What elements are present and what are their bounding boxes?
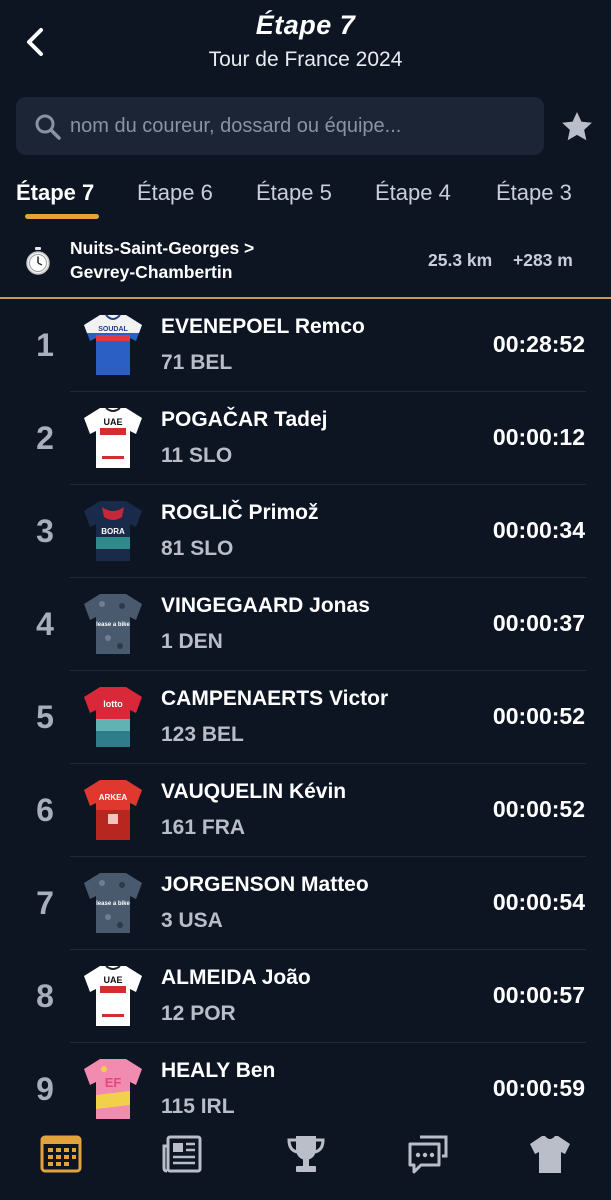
result-row[interactable]: 1 SOUDAL EVENEPOEL Remco 71 BEL 00:28:52	[0, 299, 611, 392]
chat-icon	[408, 1135, 448, 1174]
position: 3	[36, 513, 54, 549]
rider-time: 00:00:59	[492, 1075, 585, 1101]
bora-jersey-icon: BORA	[84, 501, 142, 561]
rider-name: ALMEIDA João	[161, 966, 311, 989]
uae-jersey-icon: UAE	[84, 965, 142, 1026]
rider-name: HEALY Ben	[161, 1059, 276, 1082]
nav-news[interactable]	[161, 1132, 205, 1176]
stage-distance: 25.3 km	[428, 250, 493, 270]
result-row[interactable]: 4 lease a bike VINGEGAARD Jonas 1 DEN 00…	[0, 578, 611, 671]
rider-name: ROGLIČ Primož	[161, 501, 319, 524]
rider-time: 00:00:54	[492, 889, 585, 915]
rider-time: 00:00:52	[492, 796, 585, 822]
stage-info: Nuits-Saint-Georges > Gevrey-Chambertin …	[0, 226, 611, 298]
tab-etape-5[interactable]: Étape 5	[256, 180, 332, 206]
rider-time: 00:28:52	[492, 331, 585, 357]
stage-elevation: +283 m	[513, 250, 573, 270]
position: 4	[36, 606, 54, 642]
nav-teams[interactable]	[528, 1132, 572, 1176]
jersey-sponsor-text: UAE	[103, 417, 122, 427]
result-row[interactable]: 6 ARKEA VAUQUELIN Kévin 161 FRA 00:00:52	[0, 764, 611, 857]
result-row[interactable]: 9 EF HEALY Ben 115 IRL 00:00:59	[0, 1043, 611, 1136]
route-start: Nuits-Saint-Georges >	[70, 238, 255, 258]
route-end: Gevrey-Chambertin	[70, 262, 233, 282]
nav-results[interactable]	[39, 1132, 83, 1176]
jersey-sponsor-text: ARKEA	[99, 793, 128, 802]
jersey-sponsor-text: lease a bike	[96, 901, 130, 907]
favorite-button[interactable]	[558, 108, 596, 146]
stage-route: Nuits-Saint-Georges > Gevrey-Chambertin	[70, 236, 254, 284]
stopwatch-icon	[26, 247, 50, 275]
rider-time: 00:00:12	[492, 424, 585, 450]
nav-rankings[interactable]	[284, 1132, 328, 1176]
search-input[interactable]	[70, 97, 530, 155]
active-tab-indicator	[25, 214, 99, 219]
lotto-jersey-icon: lotto	[84, 687, 142, 747]
rider-bib-nation: 161 FRA	[161, 816, 246, 839]
rider-name: CAMPENAERTS Victor	[161, 687, 389, 710]
soudal-jersey-icon: SOUDAL	[84, 314, 142, 375]
rider-bib-nation: 71 BEL	[161, 351, 233, 374]
jersey-sponsor-text: UAE	[103, 975, 122, 985]
result-row[interactable]: 7 lease a bike JORGENSON Matteo 3 USA 00…	[0, 857, 611, 950]
jersey-sponsor-text: EF	[105, 1075, 122, 1090]
page-subtitle: Tour de France 2024	[208, 48, 403, 71]
star-icon	[562, 111, 592, 141]
rider-time: 00:00:34	[492, 517, 585, 543]
trophy-icon	[287, 1136, 325, 1172]
jersey-sponsor-text: BORA	[101, 527, 125, 536]
jersey-sponsor-text: SOUDAL	[98, 326, 128, 333]
visma-jersey-icon: lease a bike	[84, 873, 142, 933]
rider-time: 00:00:37	[492, 610, 585, 636]
rider-bib-nation: 123 BEL	[161, 723, 244, 746]
rider-name: POGAČAR Tadej	[161, 408, 328, 431]
uae-jersey-icon: UAE	[84, 407, 142, 468]
tab-etape-4[interactable]: Étape 4	[375, 180, 451, 206]
result-row[interactable]: 8 UAE ALMEIDA João 12 POR 00:00:57	[0, 950, 611, 1043]
rider-time: 00:00:52	[492, 703, 585, 729]
position: 2	[36, 420, 54, 456]
page-title: Étape 7	[255, 10, 356, 40]
jersey-icon	[530, 1136, 570, 1173]
rider-bib-nation: 11 SLO	[161, 444, 233, 467]
position: 8	[36, 978, 54, 1014]
position: 5	[36, 699, 54, 735]
result-row[interactable]: 2 UAE POGAČAR Tadej 11 SLO 00:00:12	[0, 392, 611, 485]
tab-etape-3[interactable]: Étape 3	[496, 180, 572, 206]
result-row[interactable]: 3 BORA ROGLIČ Primož 81 SLO 00:00:34	[0, 485, 611, 578]
arkea-jersey-icon: ARKEA	[84, 780, 142, 840]
tab-etape-6[interactable]: Étape 6	[137, 180, 213, 206]
header: Étape 7 Tour de France 2024	[0, 0, 611, 88]
rider-name: JORGENSON Matteo	[161, 873, 369, 896]
stage-tabs: Étape 7 Étape 6 Étape 5 Étape 4 Étape 3	[0, 172, 611, 224]
result-row[interactable]: 5 lotto CAMPENAERTS Victor 123 BEL 00:00…	[0, 671, 611, 764]
ef-jersey-icon: EF	[84, 1059, 142, 1119]
rider-bib-nation: 1 DEN	[161, 630, 223, 653]
newspaper-icon	[162, 1135, 202, 1173]
position: 1	[36, 327, 54, 363]
rider-bib-nation: 81 SLO	[161, 537, 234, 560]
position: 7	[36, 885, 54, 921]
position: 6	[36, 792, 54, 828]
rider-name: VINGEGAARD Jonas	[161, 594, 370, 617]
rider-bib-nation: 115 IRL	[161, 1095, 235, 1118]
rider-time: 00:00:57	[492, 982, 585, 1008]
rider-name: EVENEPOEL Remco	[161, 315, 365, 338]
tab-etape-7[interactable]: Étape 7	[16, 180, 94, 206]
search-icon	[35, 114, 61, 140]
jersey-sponsor-text: lease a bike	[96, 622, 130, 628]
nav-chat[interactable]	[406, 1132, 450, 1176]
jersey-sponsor-text: lotto	[103, 699, 123, 709]
rider-bib-nation: 3 USA	[161, 909, 223, 932]
search-bar[interactable]	[16, 97, 544, 155]
position: 9	[36, 1071, 54, 1107]
calendar-grid-icon	[40, 1135, 82, 1173]
rider-bib-nation: 12 POR	[161, 1002, 236, 1025]
visma-jersey-icon: lease a bike	[84, 594, 142, 654]
bottom-nav	[0, 1124, 611, 1200]
rider-name: VAUQUELIN Kévin	[161, 780, 347, 803]
